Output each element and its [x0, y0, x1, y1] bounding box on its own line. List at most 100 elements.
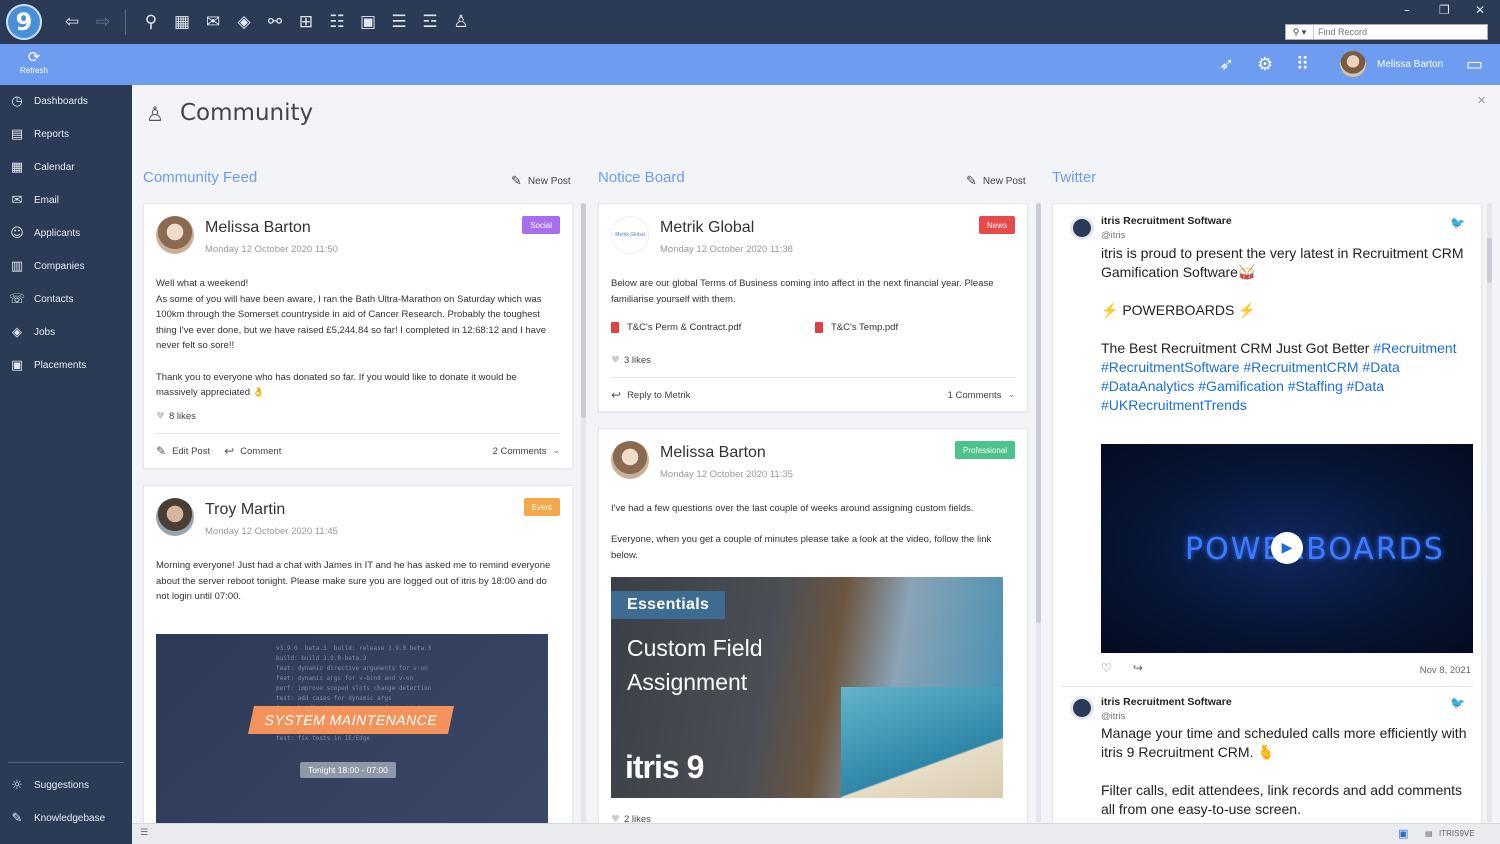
tweet-text: Manage your time and scheduled calls mor… — [1101, 725, 1467, 760]
tweet-author[interactable]: itris Recruitment Software — [1101, 215, 1232, 227]
layers-icon[interactable]: ◈ — [232, 10, 256, 34]
itris-twitter-avatar[interactable] — [1070, 696, 1094, 720]
monitor-icon[interactable]: ▭ — [1466, 54, 1483, 75]
tweet-handle[interactable]: @itris — [1101, 230, 1125, 241]
chevron-down-icon[interactable]: ⌄ — [552, 446, 560, 456]
like-icon[interactable]: ♡ — [1101, 661, 1112, 675]
pdf-icon — [611, 322, 619, 333]
sidebar-item-suggestions[interactable]: ☼ Suggestions — [0, 769, 132, 801]
comments-toggle[interactable]: 2 Comments — [493, 446, 547, 457]
sidebar-item-reports[interactable]: ▤ Reports — [0, 118, 132, 150]
edit-post-button[interactable]: Edit Post — [172, 446, 210, 457]
sidebar-item-dashboards[interactable]: ◷ Dashboards — [0, 85, 132, 117]
add-window-icon[interactable]: ⊞ — [294, 10, 318, 34]
twitter-bird-icon[interactable]: 🐦 — [1450, 696, 1465, 710]
sidebar-item-placements[interactable]: ▣ Placements — [0, 349, 132, 381]
knowledgebase-icon: ✎ — [11, 810, 23, 826]
refresh-label: Refresh — [19, 66, 48, 75]
post-date: Monday 12 October 2020 11:45 — [205, 526, 338, 537]
user-name[interactable]: Melissa Barton — [1377, 59, 1443, 70]
avatar[interactable] — [156, 216, 194, 254]
avatar[interactable] — [611, 441, 649, 479]
video-title: Custom Field Assignment — [627, 631, 762, 699]
maximize-icon[interactable]: ❐ — [1439, 3, 1450, 17]
itris-twitter-avatar[interactable] — [1070, 216, 1094, 240]
comments-toggle[interactable]: 1 Comments — [948, 390, 1002, 401]
sidebar-item-knowledgebase[interactable]: ✎ Knowledgebase — [0, 802, 132, 834]
add-calendar-icon[interactable]: ▦ — [170, 10, 194, 34]
play-icon[interactable]: ▶ — [1271, 532, 1303, 564]
user-avatar[interactable] — [1340, 51, 1366, 77]
pdf-attachment[interactable]: T&C's Perm & Contract.pdf — [611, 322, 741, 333]
outlook-icon[interactable]: ▣ — [1398, 827, 1408, 840]
sidebar-item-jobs[interactable]: ◈ Jobs — [0, 316, 132, 348]
close-page-icon[interactable]: ✕ — [1477, 94, 1486, 107]
feed-new-post-button[interactable]: ✎ New Post — [511, 174, 571, 189]
tweet-author[interactable]: itris Recruitment Software — [1101, 696, 1232, 708]
close-window-icon[interactable]: ✕ — [1475, 3, 1485, 17]
notice-scroll-thumb[interactable] — [1036, 203, 1041, 623]
sidebar: ◷ Dashboards ▤ Reports ▦ Calendar ✉ Email ☺ A… — [0, 85, 132, 844]
post-author[interactable]: Melissa Barton — [660, 444, 766, 462]
refresh-button[interactable]: ⟳ Refresh — [10, 48, 58, 75]
tweet-text: Filter calls, edit attendees, link recor… — [1101, 782, 1463, 817]
sidebar-item-contacts[interactable]: ☏ Contacts — [0, 283, 132, 315]
twitter-scroll-thumb[interactable] — [1487, 238, 1492, 283]
post-paragraph: As some of you will have been aware, I r… — [156, 293, 546, 352]
company-logo[interactable]: Metrik Global — [611, 216, 649, 254]
community-icon[interactable]: ♙ — [449, 10, 473, 34]
document-search-icon[interactable]: ☷ — [325, 10, 349, 34]
notice-new-post-button[interactable]: ✎ New Post — [966, 174, 1026, 189]
sidebar-item-calendar[interactable]: ▦ Calendar — [0, 151, 132, 183]
post-author[interactable]: Metrik Global — [660, 219, 754, 237]
menu-icon[interactable]: ☰ — [140, 828, 148, 838]
sidebar-item-email[interactable]: ✉ Email — [0, 184, 132, 216]
reply-button[interactable]: Reply to Metrik — [627, 390, 690, 401]
apps-grid-icon[interactable]: ⠿ — [1296, 54, 1309, 75]
jobs-icon: ◈ — [12, 324, 22, 340]
powerboards-video[interactable]: POWERBOARDS ▶ — [1101, 444, 1473, 653]
heart-icon: ♥ — [156, 411, 165, 422]
avatar[interactable] — [156, 498, 194, 536]
search-icon[interactable]: ⚲ ▾ — [1286, 25, 1314, 39]
binoculars-icon[interactable]: ⚲ — [139, 10, 163, 34]
notes-icon[interactable]: ☲ — [418, 10, 442, 34]
back-arrow-icon[interactable]: ⇦ — [60, 10, 84, 34]
community-icon: ♙ — [146, 102, 164, 126]
itris-logo[interactable]: 9 — [6, 4, 42, 40]
tweet-date[interactable]: Nov 8, 2021 — [1420, 665, 1471, 676]
pdf-attachment[interactable]: T&C's Temp.pdf — [815, 322, 898, 333]
settings-gears-icon[interactable]: ⚙ — [1257, 54, 1273, 75]
sidebar-item-label: Suggestions — [34, 779, 90, 791]
share-icon[interactable]: ↪ — [1133, 661, 1143, 675]
post-author[interactable]: Melissa Barton — [205, 219, 311, 237]
feed-scroll-thumb[interactable] — [581, 203, 586, 418]
report-icon[interactable]: ☰ — [387, 10, 411, 34]
reports-icon: ▤ — [10, 126, 24, 142]
post-date: Monday 12 October 2020 11:38 — [660, 244, 793, 255]
maintenance-image[interactable]: v3.9.0 beta.3 build: release 3.9.0 beta.… — [156, 634, 548, 824]
essentials-video-thumbnail[interactable]: Essentials Custom Field Assignment itris … — [611, 577, 1003, 798]
twitter-scrollbar[interactable] — [1487, 203, 1492, 823]
forward-arrow-icon[interactable]: ⇨ — [91, 10, 115, 34]
status-bar: ☰ ▣ ▤ ITRIS9VE — [132, 823, 1500, 844]
calculator-icon[interactable]: ▣ — [356, 10, 380, 34]
edit-icon: ✎ — [511, 174, 522, 189]
share-icon[interactable]: ⚯ — [263, 10, 287, 34]
likes-count[interactable]: ♥ 8 likes — [156, 411, 196, 422]
comment-button[interactable]: Comment — [240, 446, 281, 457]
tweet-handle[interactable]: @itris — [1101, 711, 1125, 722]
likes-count[interactable]: ♥ 3 likes — [611, 355, 651, 366]
twitter-bird-icon[interactable]: 🐦 — [1450, 216, 1465, 230]
minimize-icon[interactable]: – — [1404, 3, 1410, 17]
find-record-box[interactable]: ⚲ ▾ — [1285, 24, 1488, 40]
sidebar-item-applicants[interactable]: ☺ Applicants — [0, 217, 132, 249]
chevron-down-icon[interactable]: ⌄ — [1007, 390, 1015, 400]
feed-post-card: Melissa Barton Monday 12 October 2020 11… — [143, 203, 573, 469]
rocket-icon[interactable]: ➶ — [1219, 54, 1234, 75]
email-send-icon[interactable]: ✉ — [201, 10, 225, 34]
sidebar-item-companies[interactable]: ▥ Companies — [0, 250, 132, 282]
post-author[interactable]: Troy Martin — [205, 501, 285, 519]
find-record-input[interactable] — [1314, 27, 1484, 37]
post-paragraph: I've had a few questions over the last c… — [611, 503, 974, 514]
